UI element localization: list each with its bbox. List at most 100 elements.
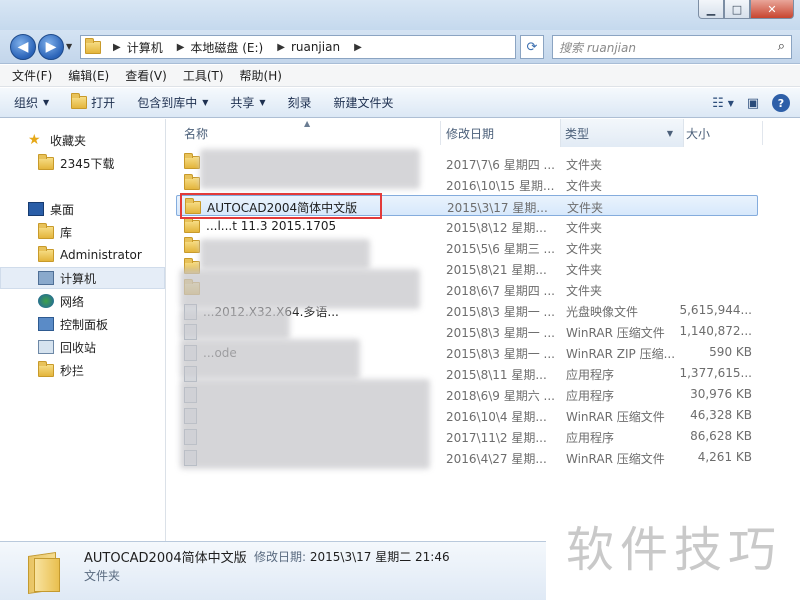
maximize-button[interactable]: □ bbox=[724, 0, 750, 19]
row-date: 2018\6\7 星期四 ... bbox=[446, 284, 555, 298]
star-icon: ★ bbox=[28, 132, 41, 148]
chevron-right-icon[interactable]: ▶ bbox=[113, 42, 121, 53]
nav-computer[interactable]: 计算机 bbox=[0, 267, 165, 289]
row-size: 1,140,872... bbox=[679, 324, 752, 338]
row-size: 30,976 KB bbox=[690, 387, 752, 401]
row-type: 文件夹 bbox=[566, 179, 603, 193]
row-type: 文件夹 bbox=[566, 221, 603, 235]
chevron-down-icon[interactable]: ▼ bbox=[667, 129, 673, 138]
view-options-button[interactable]: ☷ ▼ bbox=[712, 93, 734, 113]
burn-label: 刻录 bbox=[287, 96, 312, 110]
view-controls: ☷ ▼ ▣ ? bbox=[704, 93, 790, 113]
open-label: 打开 bbox=[91, 96, 116, 110]
recent-pages-dropdown[interactable]: ▼ bbox=[66, 42, 72, 51]
close-button[interactable]: ✕ bbox=[750, 0, 794, 19]
row-date: 2015\8\12 星期... bbox=[446, 221, 547, 235]
nav-recycle-bin[interactable]: 回收站 bbox=[0, 336, 165, 358]
organize-button[interactable]: 组织 ▼ bbox=[14, 94, 49, 111]
folder-icon bbox=[184, 174, 200, 190]
open-button[interactable]: 打开 bbox=[71, 93, 116, 111]
forward-button[interactable]: ▶ bbox=[38, 34, 64, 60]
menu-view[interactable]: 查看(V) bbox=[125, 67, 167, 84]
nav-favorites[interactable]: ★ 收藏夹 bbox=[0, 129, 165, 151]
nav-2345-downloads[interactable]: 2345下载 bbox=[0, 152, 165, 174]
nav-desktop[interactable]: 桌面 bbox=[0, 198, 165, 220]
large-folder-icon bbox=[28, 550, 62, 594]
row-size: 590 KB bbox=[709, 345, 752, 359]
column-size-label: 大小 bbox=[686, 126, 711, 141]
details-modified-value: 2015\3\17 星期二 21:46 bbox=[309, 550, 450, 564]
menu-bar: 文件(F) 编辑(E) 查看(V) 工具(T) 帮助(H) bbox=[0, 65, 800, 87]
menu-file[interactable]: 文件(F) bbox=[12, 67, 52, 84]
menu-tools[interactable]: 工具(T) bbox=[183, 67, 224, 84]
nav-favorites-label: 收藏夹 bbox=[50, 133, 87, 148]
row-size: 1,377,615... bbox=[679, 366, 752, 380]
nav-miaolan[interactable]: 秒拦 bbox=[0, 359, 165, 381]
column-header-date[interactable]: 修改日期 bbox=[442, 119, 556, 147]
nav-administrator[interactable]: Administrator bbox=[0, 244, 165, 266]
new-folder-button[interactable]: 新建文件夹 bbox=[334, 94, 394, 111]
help-button[interactable]: ? bbox=[772, 94, 790, 112]
burn-button[interactable]: 刻录 bbox=[288, 94, 312, 111]
column-header-size[interactable]: 大小 bbox=[682, 119, 762, 147]
file-list: 名称 ▲ 修改日期 类型 ▼ 大小 2017\7\6 星期四 ... 文件夹 2016… bbox=[166, 119, 800, 541]
row-date: 2015\5\6 星期三 ... bbox=[446, 242, 555, 256]
nav-admin-label: Administrator bbox=[60, 248, 142, 262]
row-date: 2018\6\9 星期六 ... bbox=[446, 389, 555, 403]
row-type: WinRAR 压缩文件 bbox=[566, 326, 665, 340]
window-controls: ▁ □ ✕ bbox=[698, 0, 794, 19]
back-button[interactable]: ◀ bbox=[10, 34, 36, 60]
column-divider[interactable] bbox=[762, 121, 763, 145]
table-row[interactable]: AUTOCAD2004简体中文版 2015\3\17 星期... 文件夹 bbox=[176, 195, 758, 216]
minimize-button[interactable]: ▁ bbox=[698, 0, 724, 19]
chevron-down-icon: ▼ bbox=[43, 98, 50, 107]
nav-library[interactable]: 库 bbox=[0, 221, 165, 243]
row-name: ...l...t 11.3 2015.1705 bbox=[184, 216, 336, 233]
recycle-bin-icon bbox=[38, 340, 54, 354]
include-in-library-button[interactable]: 包含到库中 ▼ bbox=[137, 94, 208, 111]
command-bar: 组织 ▼ 打开 包含到库中 ▼ 共享 ▼ 刻录 新建文件夹 ☷ ▼ ▣ ? bbox=[0, 88, 800, 118]
column-divider[interactable] bbox=[440, 121, 441, 145]
nav-network[interactable]: 网络 bbox=[0, 290, 165, 312]
search-icon[interactable]: ⌕ bbox=[778, 39, 785, 54]
row-type: WinRAR 压缩文件 bbox=[566, 452, 665, 466]
nav-2345-label: 2345下载 bbox=[60, 156, 115, 171]
row-type: 应用程序 bbox=[566, 389, 615, 403]
menu-edit[interactable]: 编辑(E) bbox=[68, 67, 109, 84]
row-type: 文件夹 bbox=[566, 242, 603, 256]
row-date: 2015\8\21 星期... bbox=[446, 263, 547, 277]
breadcrumb-drive[interactable]: 本地磁盘 (E:) bbox=[190, 39, 263, 56]
chevron-right-icon[interactable]: ▶ bbox=[177, 42, 185, 53]
row-date: 2016\4\27 星期... bbox=[446, 452, 547, 466]
network-icon bbox=[38, 294, 54, 308]
blur-patch bbox=[180, 339, 360, 379]
address-bar[interactable]: ▶ 计算机 ▶ 本地磁盘 (E:) ▶ ruanjian ▶ bbox=[80, 35, 516, 59]
preview-pane-button[interactable]: ▣ bbox=[742, 93, 764, 113]
folder-icon bbox=[184, 237, 200, 253]
share-button[interactable]: 共享 ▼ bbox=[230, 94, 265, 111]
chevron-down-icon: ▼ bbox=[727, 98, 734, 108]
row-date: 2015\8\3 星期一 ... bbox=[446, 305, 555, 319]
nav-desktop-label: 桌面 bbox=[50, 202, 75, 217]
row-date: 2015\8\11 星期... bbox=[446, 368, 547, 382]
chevron-right-icon[interactable]: ▶ bbox=[277, 42, 285, 53]
menu-help[interactable]: 帮助(H) bbox=[240, 67, 282, 84]
breadcrumb-folder[interactable]: ruanjian bbox=[291, 40, 340, 54]
folder-icon bbox=[184, 153, 200, 169]
row-date: 2016\10\15 星期... bbox=[446, 179, 555, 193]
arrow-left-icon: ◀ bbox=[17, 39, 29, 55]
column-header-type[interactable]: 类型 ▼ bbox=[560, 119, 684, 147]
organize-label: 组织 bbox=[14, 96, 39, 110]
refresh-button[interactable]: ⟳ bbox=[520, 35, 544, 59]
table-row[interactable]: ...l...t 11.3 2015.1705 2015\8\12 星期... 文件… bbox=[176, 216, 758, 237]
details-type: 文件夹 bbox=[84, 569, 121, 583]
row-type: WinRAR ZIP 压缩... bbox=[566, 347, 676, 361]
breadcrumb-computer[interactable]: 计算机 bbox=[127, 39, 163, 56]
nav-control-label: 控制面板 bbox=[60, 317, 109, 332]
search-input[interactable]: 搜索 ruanjian ⌕ bbox=[552, 35, 792, 59]
details-modified: 修改日期: 2015\3\17 星期二 21:46 bbox=[254, 548, 450, 565]
chevron-right-icon[interactable]: ▶ bbox=[354, 42, 362, 53]
nav-control-panel[interactable]: 控制面板 bbox=[0, 313, 165, 335]
column-name-label: 名称 bbox=[184, 126, 209, 141]
watermark-text: 软件技巧 bbox=[566, 522, 783, 578]
